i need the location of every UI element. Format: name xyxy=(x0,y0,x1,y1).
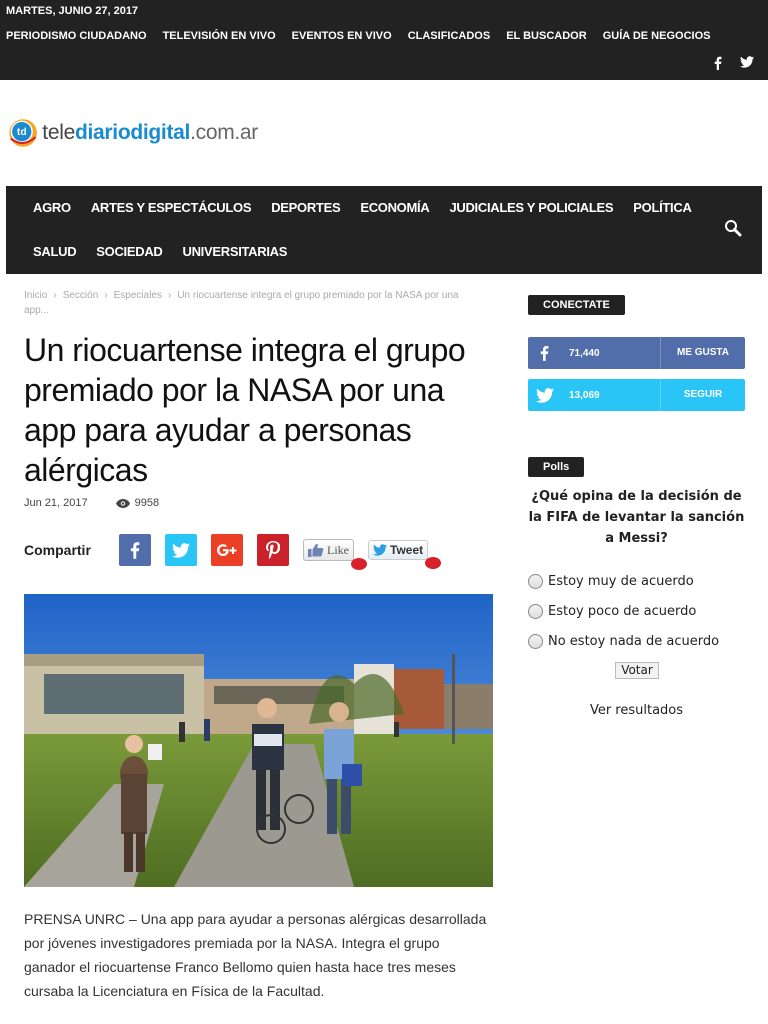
facebook-icon xyxy=(540,346,549,361)
nav-item-salud[interactable]: SALUD xyxy=(23,230,86,274)
poll-option-label: Estoy poco de acuerdo xyxy=(548,604,697,619)
breadcrumb-inicio[interactable]: Inicio xyxy=(24,290,47,301)
breadcrumb-seccion[interactable]: Sección xyxy=(63,290,99,301)
current-date: MARTES, JUNIO 27, 2017 xyxy=(6,5,139,17)
twitter-follow-widget: 13,069 SEGUIR xyxy=(528,379,745,411)
twitter-follower-count: 13,069 xyxy=(569,389,600,401)
poll-option-label: Estoy muy de acuerdo xyxy=(548,574,694,589)
nav-item-artes-y-espectaculos[interactable]: ARTES Y ESPECTÁCULOS xyxy=(81,186,261,230)
article-date: Jun 21, 2017 xyxy=(24,497,88,509)
article-title: Un riocuartense integra el grupo premiad… xyxy=(24,332,466,488)
logo-text-tele: tele xyxy=(42,121,75,144)
chevron-right-icon: › xyxy=(53,290,57,301)
pinterest-icon xyxy=(266,541,280,559)
facebook-like-button[interactable]: Like xyxy=(303,539,367,570)
poll-question: ¿Qué opina de la decisión de la FIFA de … xyxy=(528,489,745,546)
like-label: Like xyxy=(327,542,349,557)
nav-item-agro[interactable]: AGRO xyxy=(23,186,81,230)
nav-item-economia[interactable]: ECONOMÍA xyxy=(350,186,439,230)
views-count: 9958 xyxy=(134,497,160,509)
top-menu-clasificados[interactable]: CLASIFICADOS xyxy=(408,30,491,42)
tweet-button[interactable]: Tweet xyxy=(368,540,442,569)
article-photo xyxy=(24,594,493,887)
facebook-follow-widget: 71,440 ME GUSTA xyxy=(528,337,745,369)
notification-badge-icon xyxy=(351,558,367,570)
share-twitter-button[interactable] xyxy=(165,534,197,566)
share-facebook-button[interactable] xyxy=(119,534,151,566)
top-menu-guia-de-negocios[interactable]: GUÍA DE NEGOCIOS xyxy=(603,30,711,42)
breadcrumb: Inicio › Sección › Especiales › Un riocuartens… xyxy=(24,288,484,318)
top-menu-eventos-en-vivo[interactable]: EVENTOS EN VIVO xyxy=(292,30,392,42)
facebook-follower-count: 71,440 xyxy=(569,347,600,359)
nav-item-universitarias[interactable]: UNIVERSITARIAS xyxy=(173,230,298,274)
poll-option[interactable]: No estoy nada de acuerdo xyxy=(528,634,758,649)
twitter-icon xyxy=(535,387,554,403)
logo-mark-icon: td xyxy=(9,119,37,147)
facebook-icon[interactable] xyxy=(714,56,722,70)
nav-item-judiciales-y-policiales[interactable]: JUDICIALES Y POLICIALES xyxy=(439,186,623,230)
breadcrumb-especiales[interactable]: Especiales xyxy=(114,290,162,301)
top-menu-television-en-vivo[interactable]: TELEVISIÓN EN VIVO xyxy=(163,30,276,42)
eye-icon xyxy=(115,498,130,508)
chevron-right-icon: › xyxy=(167,290,172,301)
article-meta: Jun 21, 2017 9958 xyxy=(24,497,159,509)
article-body: PRENSA UNRC – Una app para ayudar a pers… xyxy=(24,911,487,999)
site-logo[interactable]: td telediariodigital.com.ar xyxy=(8,110,258,156)
share-bar: Compartir Like Tweet xyxy=(24,534,442,570)
poll-option[interactable]: Estoy muy de acuerdo xyxy=(528,574,758,589)
notification-badge-icon xyxy=(425,557,442,569)
logo-text-domain: .com.ar xyxy=(190,121,258,144)
main-navigation: AGRO ARTES Y ESPECTÁCULOS DEPORTES ECONO… xyxy=(6,186,762,274)
thumbs-up-icon xyxy=(308,543,324,557)
campus-photo-image xyxy=(24,594,493,887)
share-pinterest-button[interactable] xyxy=(257,534,289,566)
nav-item-sociedad[interactable]: SOCIEDAD xyxy=(86,230,172,274)
search-icon[interactable] xyxy=(724,219,742,237)
twitter-follow-button[interactable]: SEGUIR xyxy=(660,379,745,411)
poll-radio-button[interactable] xyxy=(528,574,543,589)
top-menu-periodismo-ciudadano[interactable]: PERIODISMO CIUDADANO xyxy=(6,30,147,42)
nav-item-politica[interactable]: POLÍTICA xyxy=(623,186,701,230)
polls-heading: Polls xyxy=(528,457,585,477)
share-googleplus-button[interactable] xyxy=(211,534,243,566)
share-label: Compartir xyxy=(24,542,91,558)
poll-radio-button[interactable] xyxy=(528,604,543,619)
view-results-link[interactable]: Ver resultados xyxy=(528,703,745,718)
conectate-heading: CONECTATE xyxy=(528,295,625,315)
googleplus-icon xyxy=(217,544,237,556)
tweet-label: Tweet xyxy=(390,543,424,557)
top-social-links xyxy=(714,56,754,70)
poll-option[interactable]: Estoy poco de acuerdo xyxy=(528,604,758,619)
nav-item-deportes[interactable]: DEPORTES xyxy=(261,186,350,230)
top-bar: MARTES, JUNIO 27, 2017 PERIODISMO CIUDAD… xyxy=(0,0,768,80)
twitter-icon xyxy=(172,542,190,558)
article-views: 9958 xyxy=(115,497,160,509)
chevron-right-icon: › xyxy=(104,290,108,301)
poll-option-label: No estoy nada de acuerdo xyxy=(548,634,720,649)
twitter-bird-icon xyxy=(373,544,387,556)
top-menu-el-buscador[interactable]: EL BUSCADOR xyxy=(506,30,586,42)
twitter-icon[interactable] xyxy=(740,56,754,68)
poll-radio-button[interactable] xyxy=(528,634,543,649)
top-menu: PERIODISMO CIUDADANO TELEVISIÓN EN VIVO … xyxy=(6,30,710,42)
vote-button[interactable]: Votar xyxy=(615,662,659,679)
facebook-icon xyxy=(130,542,140,559)
logo-text: telediariodigital.com.ar xyxy=(42,121,258,145)
facebook-like-page-button[interactable]: ME GUSTA xyxy=(660,337,745,369)
logo-text-diariodigital: diariodigital xyxy=(74,121,191,144)
logo-mark-text: td xyxy=(17,127,27,138)
